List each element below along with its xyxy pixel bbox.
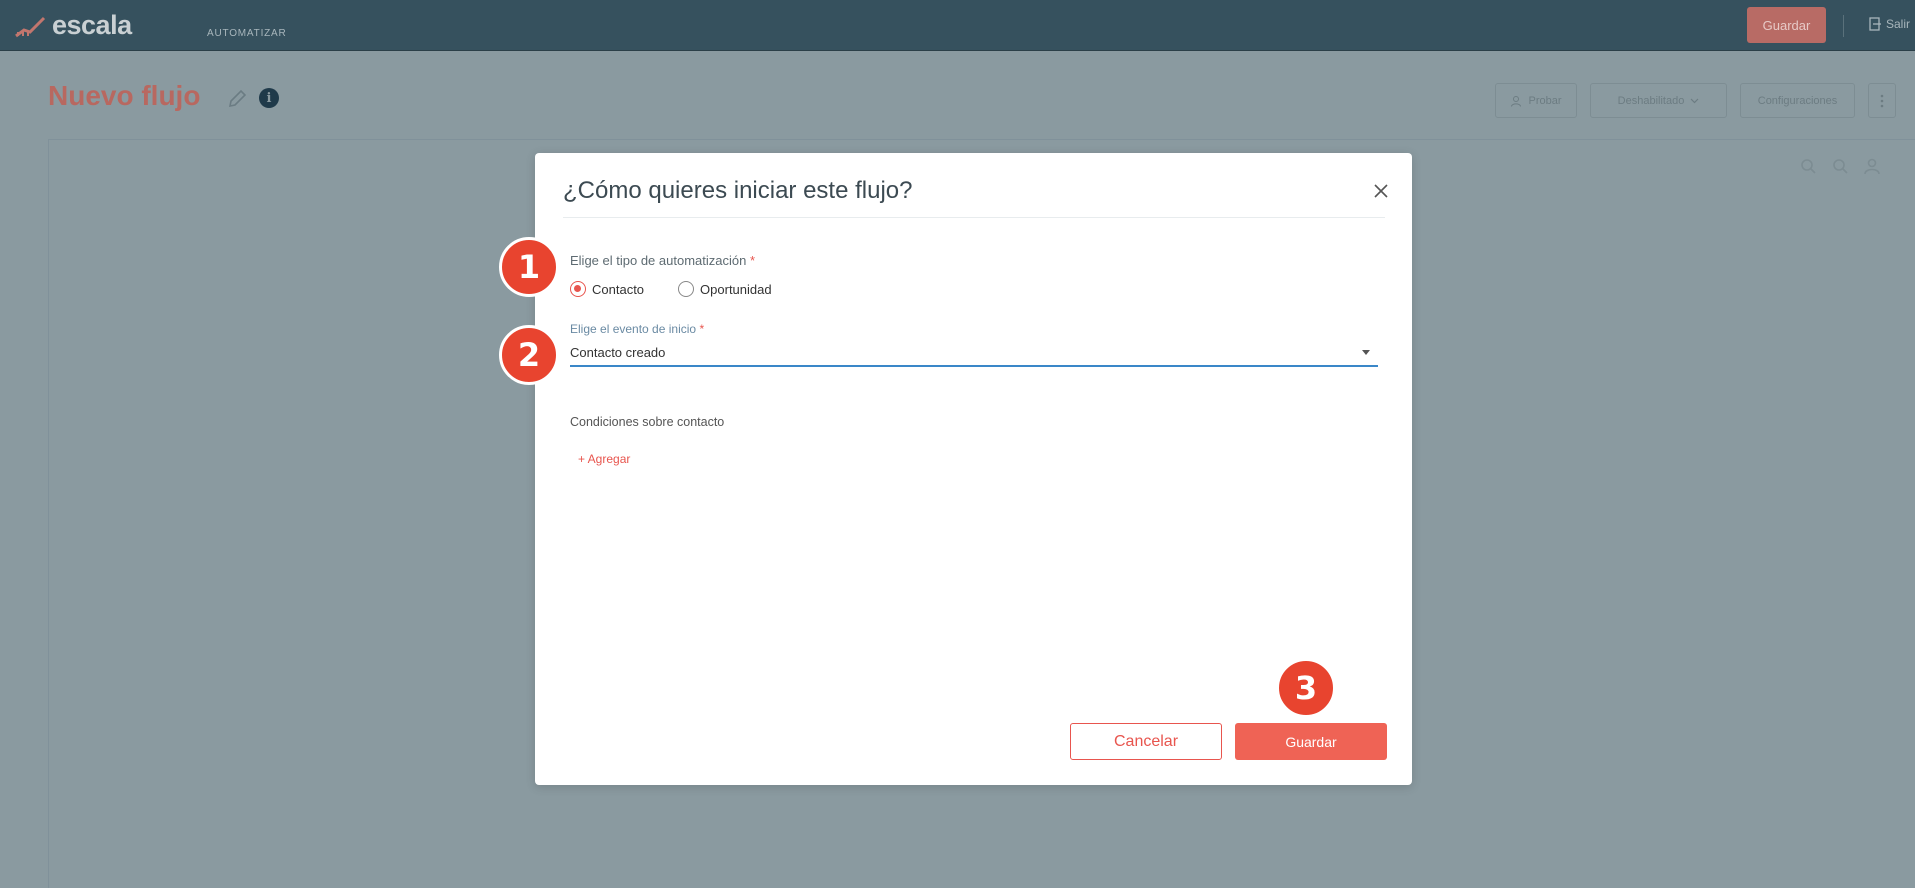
required-mark: * (699, 322, 705, 336)
step-marker-1: 1 (499, 237, 559, 297)
person-icon[interactable] (1863, 157, 1881, 175)
page-title: Nuevo flujo (48, 80, 201, 111)
status-label: Deshabilitado (1617, 94, 1685, 107)
caret-down-icon (1362, 349, 1370, 355)
chevron-down-icon (1690, 98, 1699, 103)
logo-text: escala (52, 10, 132, 40)
radio-label-oportunidad: Oportunidad (700, 281, 772, 297)
automation-type-radio-group: Contacto Oportunidad (570, 281, 772, 297)
cancel-button[interactable]: Cancelar (1070, 723, 1222, 760)
kebab-icon (1880, 94, 1884, 107)
divider (563, 217, 1385, 218)
radio-checked-icon[interactable] (570, 281, 586, 297)
start-event-label-text: Elige el evento de inicio (570, 322, 697, 336)
logo[interactable]: escala (14, 10, 132, 40)
dialog-title: ¿Cómo quieres iniciar este flujo? (563, 177, 913, 204)
divider (1843, 15, 1844, 37)
zoom-out-icon[interactable] (1831, 157, 1849, 175)
config-button[interactable]: Configuraciones (1740, 83, 1855, 118)
top-navbar: escala AUTOMATIZAR Guardar Salir (0, 0, 1915, 51)
pencil-icon[interactable] (226, 88, 248, 110)
close-icon[interactable] (1369, 179, 1393, 203)
exit-icon (1869, 17, 1881, 31)
start-event-label: Elige el evento de inicio * (570, 322, 704, 336)
step-marker-3: 3 (1276, 658, 1336, 718)
add-condition-link[interactable]: + Agregar (578, 452, 630, 466)
exit-label: Salir (1886, 17, 1911, 31)
save-button[interactable]: Guardar (1235, 723, 1387, 760)
nav-item-automatizar[interactable]: AUTOMATIZAR (207, 28, 287, 39)
zoom-in-icon[interactable] (1799, 157, 1817, 175)
logo-chart-icon (15, 16, 46, 38)
more-options-button[interactable] (1868, 83, 1896, 118)
automation-type-label: Elige el tipo de automatización * (570, 253, 755, 268)
exit-button[interactable]: Salir (1868, 17, 1910, 31)
start-event-value: Contacto creado (570, 344, 666, 360)
test-button[interactable]: Probar (1495, 83, 1577, 118)
radio-unchecked-icon[interactable] (678, 281, 695, 297)
radio-label-contacto: Contacto (592, 281, 645, 297)
test-label: Probar (1528, 94, 1562, 107)
top-save-button[interactable]: Guardar (1747, 7, 1826, 43)
radio-oportunidad[interactable]: Oportunidad (678, 281, 772, 297)
step-marker-2: 2 (499, 325, 559, 385)
user-icon (1511, 95, 1522, 107)
info-icon[interactable]: i (259, 88, 279, 108)
required-mark: * (749, 253, 756, 268)
radio-contacto[interactable]: Contacto (570, 281, 644, 297)
automation-type-label-text: Elige el tipo de automatización (570, 253, 747, 268)
status-dropdown[interactable]: Deshabilitado (1590, 83, 1727, 118)
start-event-select[interactable]: Contacto creado (570, 341, 1378, 367)
conditions-label: Condiciones sobre contacto (570, 415, 725, 429)
